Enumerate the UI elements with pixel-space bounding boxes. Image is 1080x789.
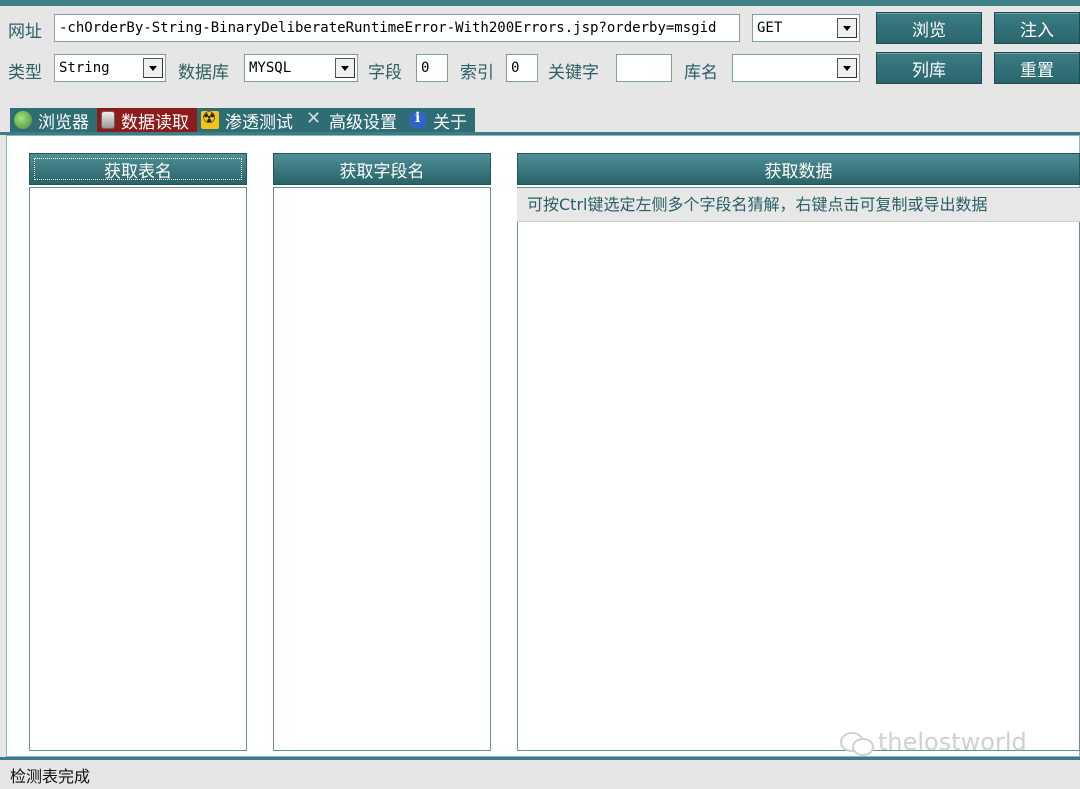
keyword-input[interactable] bbox=[616, 54, 672, 82]
reset-button[interactable]: 重置 bbox=[994, 52, 1080, 84]
dbname-label: 库名 bbox=[684, 63, 718, 83]
type-select[interactable]: String bbox=[54, 54, 166, 82]
data-hint-text: 可按Ctrl键选定左侧多个字段名猜解，右键点击可复制或导出数据 bbox=[517, 188, 1080, 222]
database-select-value: MYSQL bbox=[249, 60, 292, 76]
chevron-down-icon[interactable] bbox=[837, 18, 857, 38]
tab-label: 关于 bbox=[433, 112, 467, 133]
tab-browser[interactable]: 浏览器 bbox=[10, 108, 97, 133]
database-select[interactable]: MYSQL bbox=[244, 54, 358, 82]
globe-icon bbox=[14, 111, 32, 129]
fields-listbox[interactable] bbox=[273, 187, 491, 751]
watermark: thelostworld bbox=[840, 728, 1027, 756]
tab-label: 浏览器 bbox=[38, 112, 89, 133]
list-databases-button[interactable]: 列库 bbox=[876, 52, 982, 84]
radiation-icon bbox=[201, 108, 219, 129]
status-text: 检测表完成 bbox=[10, 767, 91, 786]
url-input[interactable]: -chOrderBy-String-BinaryDeliberateRuntim… bbox=[54, 14, 740, 42]
wechat-icon bbox=[840, 730, 874, 756]
method-select-value: GET bbox=[757, 20, 783, 36]
focus-outline bbox=[34, 158, 242, 180]
type-select-value: String bbox=[59, 60, 110, 76]
database-label: 数据库 bbox=[178, 63, 229, 83]
chevron-down-icon[interactable] bbox=[335, 58, 355, 78]
database-icon bbox=[101, 111, 115, 129]
browse-button[interactable]: 浏览 bbox=[876, 12, 982, 44]
dbname-select[interactable] bbox=[732, 54, 860, 82]
field-count-input[interactable]: 0 bbox=[416, 54, 448, 82]
tools-icon bbox=[305, 108, 323, 129]
tab-advanced-settings[interactable]: 高级设置 bbox=[301, 108, 405, 133]
field-count-label: 字段 bbox=[368, 63, 402, 83]
top-accent-line bbox=[0, 0, 1080, 6]
tab-data-read[interactable]: 数据读取 bbox=[97, 108, 197, 133]
tab-label: 渗透测试 bbox=[225, 112, 293, 133]
index-label: 索引 bbox=[460, 63, 494, 83]
keyword-label: 关键字 bbox=[548, 63, 599, 83]
inject-button[interactable]: 注入 bbox=[994, 12, 1080, 44]
tab-about[interactable]: 关于 bbox=[405, 108, 475, 133]
type-label: 类型 bbox=[8, 63, 42, 83]
status-bar: 检测表完成 bbox=[0, 760, 1080, 789]
tab-bar: 浏览器 数据读取 渗透测试 高级设置 关于 bbox=[10, 108, 475, 133]
url-label: 网址 bbox=[8, 22, 42, 42]
chevron-down-icon[interactable] bbox=[837, 58, 857, 78]
index-input[interactable]: 0 bbox=[506, 54, 538, 82]
chevron-down-icon[interactable] bbox=[143, 58, 163, 78]
tables-listbox[interactable] bbox=[29, 187, 247, 751]
tab-penetration-test[interactable]: 渗透测试 bbox=[197, 108, 301, 133]
watermark-text: thelostworld bbox=[878, 728, 1027, 756]
data-grid[interactable] bbox=[517, 187, 1080, 751]
method-select[interactable]: GET bbox=[752, 14, 860, 42]
info-icon bbox=[409, 110, 427, 129]
get-data-button[interactable]: 获取数据 bbox=[517, 153, 1080, 185]
get-fields-label: 获取字段名 bbox=[339, 161, 425, 182]
get-fields-button[interactable]: 获取字段名 bbox=[273, 153, 491, 185]
get-data-label: 获取数据 bbox=[764, 161, 833, 182]
tab-label: 数据读取 bbox=[121, 112, 189, 133]
tab-label: 高级设置 bbox=[329, 112, 397, 133]
get-tables-button[interactable]: 获取表名 bbox=[29, 153, 247, 185]
